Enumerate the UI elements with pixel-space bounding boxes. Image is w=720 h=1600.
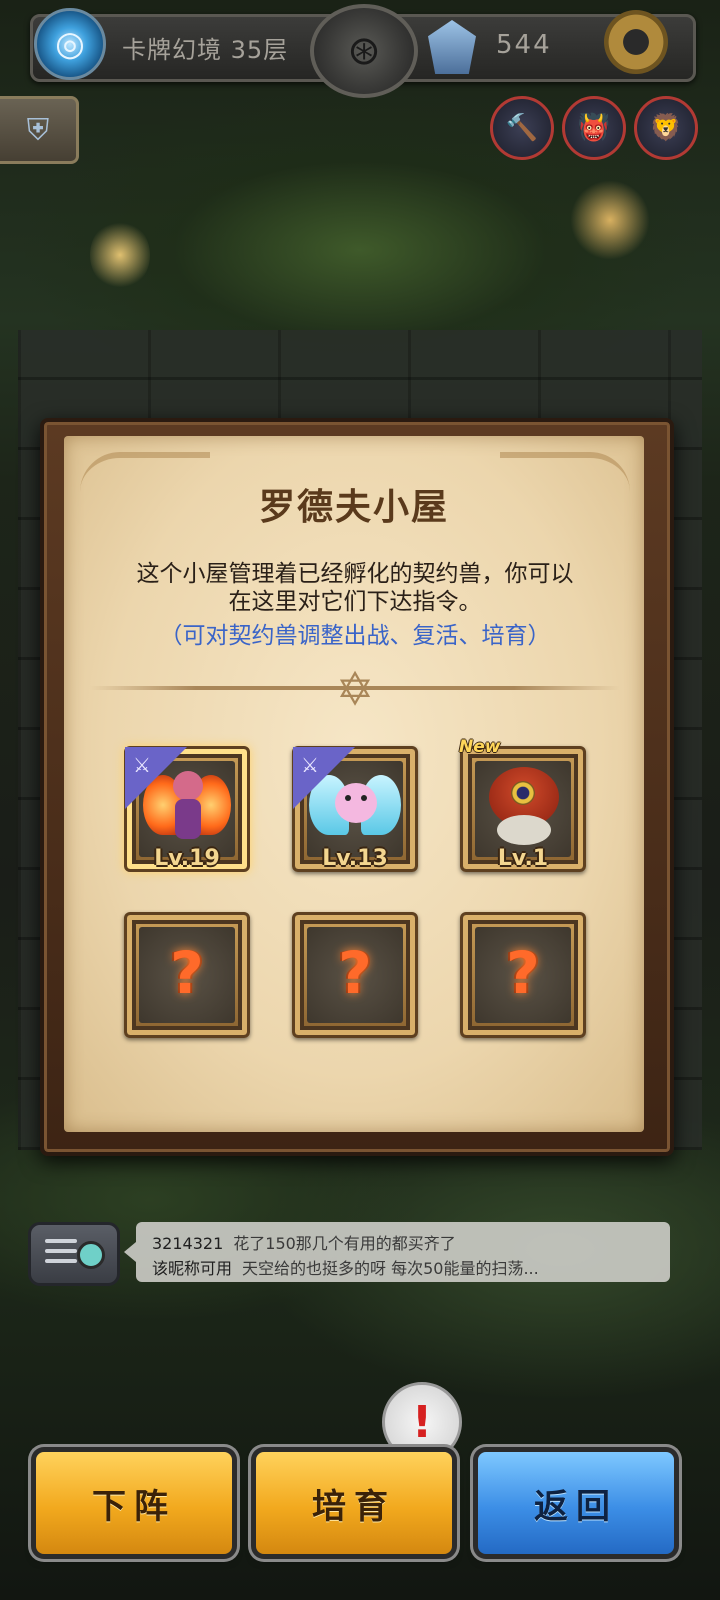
question-mark-icon: ? — [170, 939, 204, 1007]
hood-eye — [511, 781, 535, 805]
creature-level: Lv.13 — [322, 846, 388, 871]
dialog-title: 罗德夫小屋 — [258, 487, 449, 528]
back-button[interactable]: 返回 — [478, 1452, 674, 1554]
red-hooded-creature — [475, 761, 571, 857]
chat-indicator-icon — [77, 1241, 105, 1269]
chat-message: 该昵称可用 天空给的也挺多的呀 每次50能量的扫荡... — [152, 1255, 539, 1279]
glowing-lantern-right — [570, 180, 650, 260]
train-button[interactable]: 培育 — [256, 1452, 452, 1554]
settings-gear-icon[interactable] — [604, 10, 668, 74]
energy-value: 544 — [496, 30, 552, 60]
chat-text: 天空给的也挺多的呀 每次50能量的扫荡... — [242, 1259, 539, 1278]
creature-slot-3[interactable]: New Lv.1 — [459, 737, 586, 872]
hammer-icon[interactable]: 🔨 — [490, 96, 554, 160]
chat-preview[interactable]: 3214321 花了150那几个有用的都买齐了 该昵称可用 天空给的也挺多的呀 每次… — [124, 1222, 670, 1282]
hexagram-icon: ✡ — [335, 662, 375, 716]
sword-icon: ⚔ — [133, 753, 151, 777]
white-body — [497, 815, 551, 845]
menu-lines-icon — [45, 1239, 77, 1269]
chat-message: 3214321 花了150那几个有用的都买齐了 — [152, 1230, 456, 1254]
emblem-icon: ⊛ — [310, 4, 418, 98]
chat-menu-button[interactable] — [28, 1222, 120, 1286]
creature-level: Lv.19 — [154, 846, 220, 871]
question-mark-icon: ? — [506, 939, 540, 1007]
description-line-2: 在这里对它们下达指令。 — [228, 589, 482, 615]
question-mark-icon: ? — [338, 939, 372, 1007]
new-tag: New — [459, 737, 501, 757]
alert-icon[interactable]: ! — [382, 1382, 462, 1462]
portal-icon[interactable]: ◎ — [34, 8, 106, 80]
creature-slot-2[interactable]: ⚔ Lv.13 — [292, 746, 418, 872]
shield-icon[interactable]: ⛨ — [0, 96, 79, 164]
dialog-description: 这个小屋管理着已经孵化的契约兽，你可以 在这里对它们下达指令。 — [90, 560, 620, 616]
hero-portrait-icon[interactable]: 🦁 — [634, 96, 698, 160]
creature-level: Lv.1 — [497, 846, 549, 871]
glowing-lantern-left — [90, 220, 150, 290]
eye-right — [361, 795, 367, 801]
monster-portrait-icon[interactable]: 👹 — [562, 96, 626, 160]
chat-username: 3214321 — [152, 1234, 224, 1253]
locked-slot-2[interactable]: ? — [292, 912, 418, 1038]
undeploy-button[interactable]: 下阵 — [36, 1452, 232, 1554]
dialog-hint: （可对契约兽调整出战、复活、培育） — [159, 623, 551, 649]
chat-text: 花了150那几个有用的都买齐了 — [233, 1234, 456, 1253]
chat-username: 该昵称可用 — [152, 1259, 233, 1278]
locked-slot-1[interactable]: ? — [124, 912, 250, 1038]
locked-slot-3[interactable]: ? — [460, 912, 586, 1038]
creature-slot-1[interactable]: ⚔ Lv.19 — [124, 746, 250, 872]
floor-label: 卡牌幻境 35层 — [122, 36, 289, 64]
description-line-1: 这个小屋管理着已经孵化的契约兽，你可以 — [136, 561, 574, 587]
sword-icon: ⚔ — [301, 753, 319, 777]
